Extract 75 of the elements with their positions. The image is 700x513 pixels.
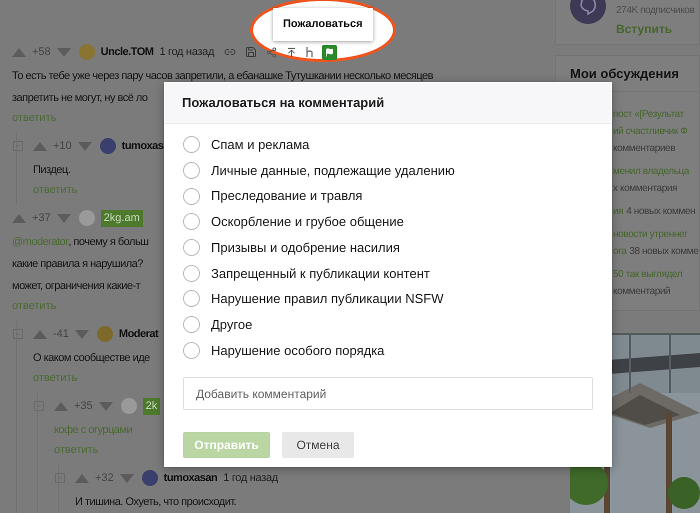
avatar[interactable] xyxy=(142,470,158,486)
radio-button[interactable] xyxy=(183,342,200,359)
cancel-button[interactable]: Отмена xyxy=(282,432,354,458)
avatar[interactable] xyxy=(120,398,137,414)
author-badge[interactable]: 2k xyxy=(142,398,160,414)
comment-text: О каком сообществе иде xyxy=(33,351,150,365)
radio-button[interactable] xyxy=(183,239,200,256)
discussion-meta: 4 новых коммен xyxy=(626,205,696,219)
vote-count: +37 xyxy=(32,210,51,226)
downvote-icon[interactable] xyxy=(56,214,71,222)
tooltip: Пожаловаться xyxy=(273,8,373,40)
discussion-meta: 38 новых комме xyxy=(629,245,698,259)
comment-text: запретить не могут, ну всё ло xyxy=(12,91,148,105)
dialog-title: Пожаловаться на комментарий xyxy=(182,94,384,112)
comment-time: 1 год назад xyxy=(159,44,214,60)
radio-button[interactable] xyxy=(183,162,200,180)
radio-button[interactable] xyxy=(183,188,200,205)
report-reason-option[interactable]: Преследование и травля xyxy=(183,183,362,210)
downvote-icon[interactable] xyxy=(120,474,134,482)
radio-button[interactable] xyxy=(183,316,200,334)
share-icon[interactable] xyxy=(266,46,278,58)
downvote-icon[interactable] xyxy=(98,402,113,410)
avatar[interactable] xyxy=(78,210,95,226)
vote-count: +35 xyxy=(74,398,93,414)
downvote-icon[interactable] xyxy=(74,330,89,338)
report-reason-option[interactable]: Другое xyxy=(183,312,252,338)
comment-text: То есть тебе уже через пару часов запретили, а ебанашке Тутушкании несколько месяцев xyxy=(12,69,433,83)
discussion-meta: х комментария xyxy=(613,182,678,196)
avatar[interactable] xyxy=(78,44,95,60)
author-name[interactable]: tumoxasan xyxy=(164,470,218,486)
comment-text: , почему я больш xyxy=(68,235,149,249)
flag-icon xyxy=(325,48,334,56)
radio-button[interactable] xyxy=(183,136,200,154)
avatar[interactable] xyxy=(100,138,116,154)
report-reason-option[interactable]: Запрещенный к публикации контент xyxy=(183,260,430,286)
upvote-icon[interactable] xyxy=(33,330,47,338)
report-reason-option[interactable]: Призывы и одобрение насилия xyxy=(183,234,400,260)
upvote-icon[interactable] xyxy=(33,142,47,150)
save-icon[interactable] xyxy=(245,46,258,58)
author-badge[interactable]: 2kg.am xyxy=(100,210,143,226)
vote-count: +10 xyxy=(53,138,72,154)
report-reason-option[interactable]: Нарушение правил публикации NSFW xyxy=(183,286,444,312)
upvote-icon[interactable] xyxy=(12,48,26,56)
comment-text: может, ограничения какие-т xyxy=(12,279,140,293)
discussion-meta: комментариев xyxy=(613,142,676,156)
vote-count: +32 xyxy=(95,470,114,486)
downvote-icon[interactable] xyxy=(56,48,71,56)
author-name[interactable]: Moderat xyxy=(118,326,158,342)
upvote-icon[interactable] xyxy=(12,214,26,222)
community-logo-icon xyxy=(570,0,606,24)
upvote-icon[interactable] xyxy=(75,474,89,482)
vote-count: -41 xyxy=(53,326,69,342)
report-reason-option[interactable]: Нарушение особого порядка xyxy=(183,338,384,364)
comment-time: 1 год назад xyxy=(223,470,278,486)
link-icon[interactable] xyxy=(224,46,236,58)
discussion-meta: комментарий xyxy=(613,285,670,299)
report-reason-option[interactable]: Оскорбление и грубое общение xyxy=(183,209,404,235)
comment-text: какие правила я нарушила? xyxy=(12,257,143,271)
radio-button[interactable] xyxy=(183,290,200,308)
upvote-icon[interactable] xyxy=(54,402,68,410)
pin-icon[interactable] xyxy=(286,46,298,58)
comment-input-field[interactable]: Добавить комментарий xyxy=(183,377,593,410)
author-name[interactable]: tumoxas xyxy=(122,138,164,154)
author-name[interactable]: Uncle.TOM xyxy=(100,44,154,60)
radio-button[interactable] xyxy=(183,213,200,230)
discussions-title: Мои обсуждения xyxy=(570,64,679,83)
downvote-icon[interactable] xyxy=(78,142,92,150)
report-reason-option[interactable]: Личные данные, подлежащие удалению xyxy=(183,158,455,184)
report-reason-option[interactable]: Спам и реклама xyxy=(183,132,310,158)
report-button[interactable] xyxy=(322,44,338,60)
radio-button[interactable] xyxy=(183,264,200,282)
comment-text: И тишина. Охуеть, что происходит. xyxy=(75,495,236,509)
comment-text: Пиздец. xyxy=(33,163,70,177)
avatar[interactable] xyxy=(96,326,113,342)
comment-text: кофе с огурцами xyxy=(54,423,132,437)
